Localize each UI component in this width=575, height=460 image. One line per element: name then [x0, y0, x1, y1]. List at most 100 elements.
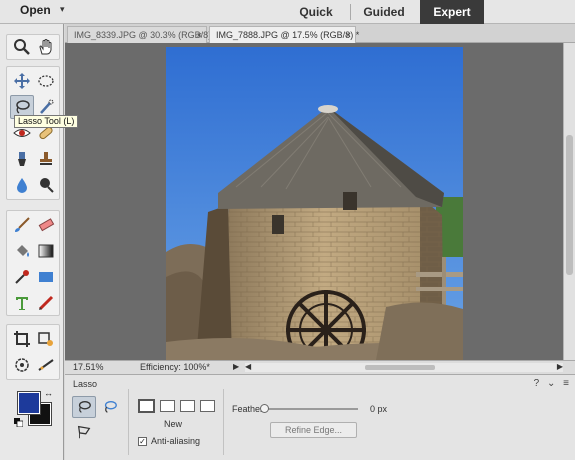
selection-mode-intersect[interactable]	[200, 400, 215, 412]
paint-bucket-icon	[17, 245, 29, 257]
mode-tab-expert[interactable]: Expert	[420, 0, 484, 24]
smart-brush-icon	[18, 152, 26, 166]
paint-tool-group	[6, 210, 60, 316]
shape-tool[interactable]	[34, 265, 58, 289]
doc-tab-img-7888[interactable]: IMG_7888.JPG @ 17.5% (RGB/8) * ×	[209, 26, 360, 43]
foreground-color-swatch[interactable]	[17, 391, 41, 415]
straighten-tool[interactable]	[34, 353, 58, 377]
move-tool[interactable]	[10, 69, 34, 93]
pencil-icon	[38, 295, 54, 311]
lasso-icon	[78, 401, 91, 413]
lasso-variant-polygonal[interactable]	[72, 421, 96, 443]
top-bar: Open ▾ Quick Guided Expert	[0, 0, 575, 24]
stamp-icon	[40, 152, 52, 165]
paintbrush-icon	[15, 217, 30, 232]
zoom-tool[interactable]	[10, 35, 34, 59]
mode-tab-guided[interactable]: Guided	[356, 0, 412, 24]
drop-icon	[17, 178, 27, 193]
horizontal-scrollbar[interactable]: ◀ ▶	[245, 362, 563, 372]
selection-mode-label: New	[164, 419, 183, 429]
open-button[interactable]: Open	[20, 3, 51, 17]
eyedropper-tool[interactable]	[10, 265, 34, 289]
recompose-icon	[38, 332, 53, 346]
refine-edge-button[interactable]: Refine Edge...	[270, 422, 357, 438]
magnetic-lasso-icon	[104, 401, 117, 413]
feather-value[interactable]: 0 px	[370, 404, 387, 414]
dodge-burn-icon	[40, 178, 54, 193]
status-menu-arrow-icon[interactable]: ▶	[233, 362, 239, 371]
view-tool-group	[6, 34, 60, 60]
help-icon[interactable]: ?	[534, 378, 540, 389]
gradient-tool[interactable]	[34, 239, 58, 263]
status-bar: 17.51% Efficiency: 100%* ▶ ◀ ▶	[65, 360, 575, 374]
close-icon[interactable]: ×	[346, 27, 351, 43]
hand-tool[interactable]	[34, 35, 58, 59]
eraser-icon	[38, 218, 55, 232]
panel-menu-icon[interactable]: ≡	[563, 378, 569, 389]
chevron-down-icon[interactable]: ⌄	[547, 378, 555, 389]
vertical-scrollbar[interactable]	[563, 43, 575, 360]
color-swatches: ↔	[14, 388, 60, 434]
app-window: Open ▾ Quick Guided Expert Lasso Tool (L…	[0, 0, 575, 460]
chevron-down-icon[interactable]: ▾	[60, 4, 65, 15]
doc-tab-label: IMG_8339.JPG @ 30.3% (RGB/8)	[74, 30, 212, 40]
anti-aliasing-label: Anti-aliasing	[151, 436, 201, 446]
hand-icon	[39, 39, 52, 55]
clone-stamp-tool[interactable]	[34, 147, 58, 171]
feather-slider[interactable]	[260, 404, 358, 413]
canvas-area[interactable]	[65, 43, 563, 360]
sponge-tool[interactable]	[34, 173, 58, 197]
anti-aliasing-checkbox[interactable]: ✓	[138, 437, 147, 446]
swap-colors-icon[interactable]: ↔	[44, 388, 53, 398]
rectangle-shape-icon	[39, 272, 53, 282]
modify-tool-group	[6, 324, 60, 380]
tool-options-title: Lasso	[73, 379, 98, 389]
lasso-tool-tooltip: Lasso Tool (L)	[14, 115, 79, 128]
tool-options-controls: ? ⌄ ≡	[529, 378, 569, 389]
paint-bucket-tool[interactable]	[10, 239, 34, 263]
lasso-variant-lasso[interactable]	[72, 396, 96, 418]
tool-options-panel: Lasso ? ⌄ ≡ New ✓ Anti-aliasing Feather:…	[65, 374, 575, 460]
crop-icon	[14, 331, 30, 347]
efficiency-readout: Efficiency: 100%*	[140, 362, 210, 372]
close-icon[interactable]: ×	[197, 27, 202, 43]
selection-mode-new[interactable]	[138, 399, 155, 413]
document-photo[interactable]	[166, 47, 463, 360]
feather-slider-knob[interactable]	[260, 404, 269, 413]
doc-tab-label: IMG_7888.JPG @ 17.5% (RGB/8) *	[216, 30, 360, 40]
default-colors-icon[interactable]	[14, 418, 23, 427]
mode-divider	[350, 4, 351, 20]
vertical-scroll-thumb[interactable]	[566, 135, 573, 275]
zoom-level[interactable]: 17.51%	[73, 362, 104, 372]
toolbox-panel: Lasso Tool (L) ↔	[0, 24, 79, 460]
lasso-icon	[16, 100, 30, 114]
lasso-variant-magnetic[interactable]	[98, 396, 122, 418]
marquee-tool[interactable]	[34, 69, 58, 93]
smart-brush-tool[interactable]	[10, 147, 34, 171]
pencil-tool[interactable]	[34, 291, 58, 315]
brush-tool[interactable]	[10, 213, 34, 237]
type-t-icon	[16, 297, 28, 310]
doc-tab-img-8339[interactable]: IMG_8339.JPG @ 30.3% (RGB/8) ×	[67, 26, 211, 43]
selection-mode-subtract[interactable]	[180, 400, 195, 412]
gradient-icon	[38, 244, 54, 258]
magnifier-icon	[14, 39, 30, 55]
options-divider	[128, 389, 129, 455]
cookie-cutter-tool[interactable]	[10, 353, 34, 377]
eraser-tool[interactable]	[34, 213, 58, 237]
mill-photo-image	[166, 47, 463, 360]
document-tab-bar: IMG_8339.JPG @ 30.3% (RGB/8) × IMG_7888.…	[65, 24, 575, 43]
scroll-left-icon[interactable]: ◀	[245, 362, 251, 371]
flower-shape-icon	[15, 358, 29, 372]
type-tool[interactable]	[10, 291, 34, 315]
elliptical-marquee-icon	[38, 75, 54, 87]
recompose-tool[interactable]	[34, 327, 58, 351]
mode-tab-quick[interactable]: Quick	[288, 0, 344, 24]
horizontal-scroll-thumb[interactable]	[365, 365, 435, 370]
scroll-right-icon[interactable]: ▶	[557, 362, 563, 371]
polygonal-lasso-icon	[77, 425, 91, 439]
straighten-icon	[38, 359, 54, 371]
selection-mode-add[interactable]	[160, 400, 175, 412]
blur-tool[interactable]	[10, 173, 34, 197]
crop-tool[interactable]	[10, 327, 34, 351]
